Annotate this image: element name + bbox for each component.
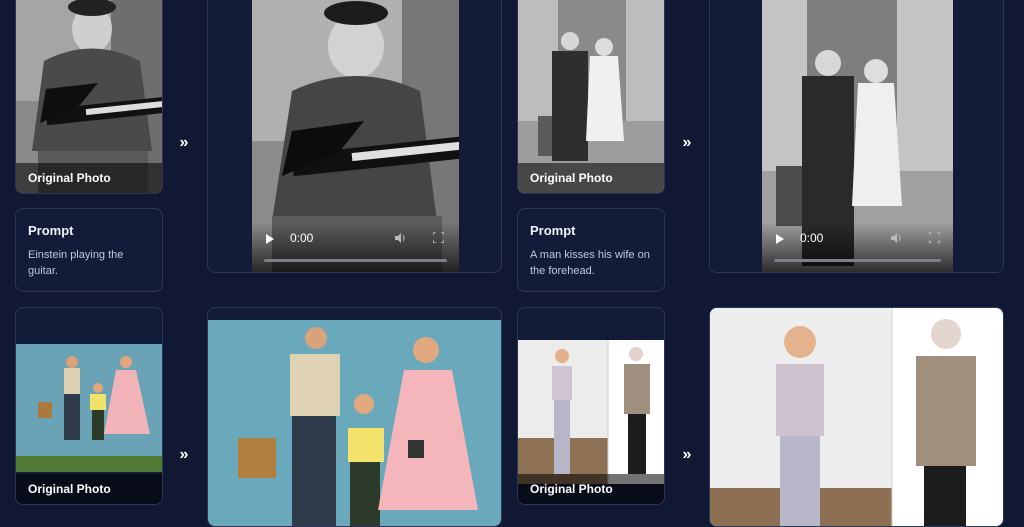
original-photo-family <box>16 344 162 472</box>
original-photo-card-couple: Original Photo <box>517 0 665 194</box>
prompt-title: Prompt <box>28 223 74 238</box>
volume-icon[interactable] <box>394 232 406 244</box>
video-controls: 0:00 <box>252 222 459 272</box>
original-photo-caption: Original Photo <box>16 474 162 504</box>
video-card-couple: 0:00 <box>709 0 1004 273</box>
prompt-card-einstein: Prompt Einstein playing the guitar. <box>15 208 163 292</box>
family-walking-image <box>16 344 162 472</box>
original-photo-caption: Original Photo <box>518 474 664 504</box>
prompt-title: Prompt <box>530 223 576 238</box>
original-photo-card-family: Original Photo <box>15 307 163 505</box>
play-icon[interactable] <box>266 234 274 244</box>
video-time: 0:00 <box>800 231 824 245</box>
fullscreen-icon[interactable] <box>433 232 444 243</box>
video-player-couple[interactable]: 0:00 <box>762 0 953 272</box>
video-card-einstein: 0:00 <box>207 0 502 273</box>
original-photo-caption: Original Photo <box>518 163 664 193</box>
original-photo-card-einstein: Original Photo <box>15 0 163 194</box>
fullscreen-icon[interactable] <box>929 232 940 243</box>
video-player-family[interactable] <box>208 320 501 526</box>
arrow-right-icon: » <box>682 134 692 151</box>
original-photo-card-women: Original Photo <box>517 307 665 505</box>
video-progress-bar[interactable] <box>774 259 941 262</box>
prompt-text: A man kisses his wife on the forehead. <box>530 249 650 277</box>
arrow-right-icon: » <box>179 446 189 463</box>
family-video-frame-image <box>208 320 501 526</box>
women-video-frame-image <box>710 308 1003 526</box>
prompt-text: Einstein playing the guitar. <box>28 249 124 277</box>
video-card-women <box>709 307 1004 527</box>
original-photo-women <box>518 340 664 484</box>
video-card-family <box>207 307 502 527</box>
arrow-right-icon: » <box>682 446 692 463</box>
prompt-card-couple: Prompt A man kisses his wife on the fore… <box>517 208 665 292</box>
volume-icon[interactable] <box>890 232 902 244</box>
video-progress-bar[interactable] <box>264 259 447 262</box>
original-photo-caption: Original Photo <box>16 163 162 193</box>
two-women-image <box>518 340 664 484</box>
video-time: 0:00 <box>290 231 314 245</box>
arrow-right-icon: » <box>179 134 189 151</box>
play-icon[interactable] <box>776 234 784 244</box>
video-player-women[interactable] <box>710 308 1003 526</box>
video-player-einstein[interactable]: 0:00 <box>252 0 459 272</box>
video-controls: 0:00 <box>762 222 953 272</box>
